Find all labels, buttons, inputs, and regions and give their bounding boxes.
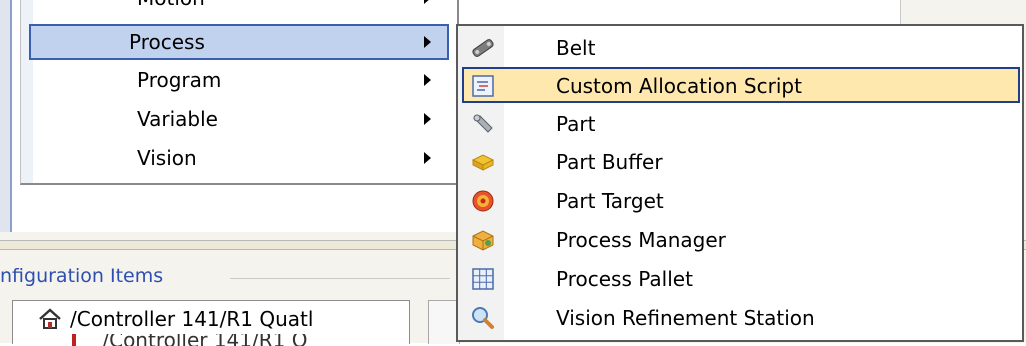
submenu-item-part-target[interactable]: Part Target	[462, 183, 1020, 219]
tree-item-marker-icon	[72, 334, 76, 346]
submenu-item-label: Process Pallet	[556, 267, 693, 291]
home-icon	[39, 308, 61, 329]
submenu-item-label: Part Target	[556, 189, 664, 213]
process-pallet-icon	[472, 268, 494, 290]
submenu-arrow-icon	[424, 74, 431, 86]
vision-refinement-icon	[472, 307, 494, 329]
title-divider	[230, 278, 450, 279]
submenu-item-vision-refinement-station[interactable]: Vision Refinement Station	[462, 300, 1020, 336]
configuration-items-title: nfiguration Items	[0, 265, 164, 287]
menu-item-variable[interactable]: Variable	[29, 101, 449, 137]
tree-item-partial[interactable]: /Controller 141/R1 Q	[72, 334, 402, 346]
submenu-item-custom-allocation-script[interactable]: Custom Allocation Script	[462, 67, 1020, 103]
process-submenu: Belt Custom Allocation Script Part Part …	[456, 24, 1024, 342]
script-icon	[472, 75, 494, 97]
menu-item-label: Motion	[137, 0, 205, 10]
submenu-arrow-icon	[424, 113, 431, 125]
menu-item-label: Process	[129, 30, 205, 54]
menu-item-label: Variable	[137, 107, 218, 131]
submenu-item-process-pallet[interactable]: Process Pallet	[462, 261, 1020, 297]
submenu-item-label: Custom Allocation Script	[556, 74, 802, 98]
process-manager-icon	[472, 230, 494, 251]
submenu-item-label: Belt	[556, 36, 596, 60]
submenu-item-label: Process Manager	[556, 228, 726, 252]
submenu-arrow-icon	[424, 36, 431, 48]
submenu-arrow-icon	[424, 0, 431, 4]
tree-item-partial-label: /Controller 141/R1 Q	[102, 334, 308, 346]
part-target-icon	[472, 190, 494, 212]
submenu-item-part[interactable]: Part	[462, 106, 1020, 142]
parent-context-menu: Motion Process Program Variable Vision	[20, 0, 459, 185]
submenu-item-label: Part	[556, 112, 596, 136]
menu-item-label: Vision	[137, 146, 197, 170]
menu-item-vision[interactable]: Vision	[29, 140, 449, 176]
submenu-item-label: Vision Refinement Station	[556, 306, 815, 330]
part-icon	[473, 114, 493, 133]
belt-icon	[472, 39, 494, 57]
menu-item-program[interactable]: Program	[29, 62, 449, 98]
menu-item-label: Program	[137, 68, 222, 92]
left-edge-strip	[0, 0, 12, 232]
submenu-item-belt[interactable]: Belt	[462, 30, 1020, 66]
submenu-item-process-manager[interactable]: Process Manager	[462, 222, 1020, 258]
submenu-item-label: Part Buffer	[556, 150, 663, 174]
menu-item-process[interactable]: Process	[29, 24, 449, 60]
menu-item-motion[interactable]: Motion	[29, 0, 449, 16]
tree-item-label: /Controller 141/R1 Quatl	[70, 307, 314, 331]
submenu-arrow-icon	[424, 152, 431, 164]
submenu-item-part-buffer[interactable]: Part Buffer	[462, 144, 1020, 180]
tree-item-controller[interactable]: /Controller 141/R1 Quatl	[38, 307, 313, 331]
part-buffer-icon	[471, 154, 495, 171]
